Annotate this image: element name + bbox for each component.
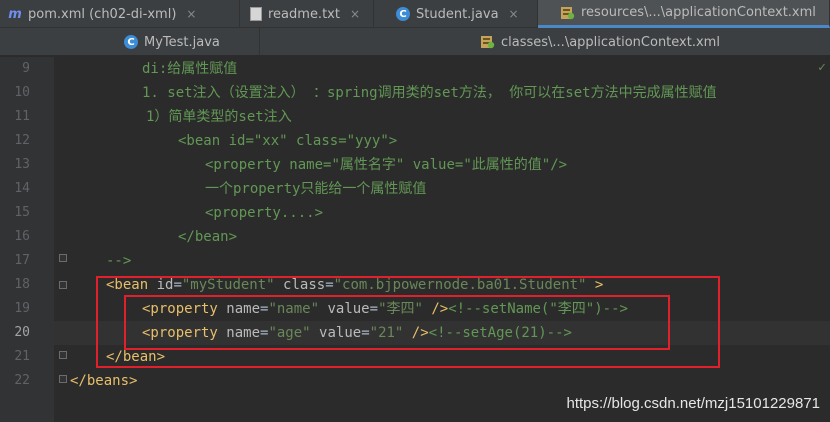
tab-label: readme.txt <box>268 6 340 22</box>
tab-label: resources\...\applicationContext.xml <box>581 5 816 20</box>
code-line-9: di:给属性赋值 <box>142 61 238 77</box>
line-number: 10 <box>14 85 30 100</box>
code-line-12: <bean id="xx" class="yyy"> <box>178 133 398 149</box>
code-line-17: --> <box>106 253 132 269</box>
tab-mytest-java[interactable]: C MyTest.java <box>0 28 260 56</box>
line-number: 11 <box>14 109 30 124</box>
checkmark-icon: ✓ <box>818 60 826 75</box>
code-line-15: <property....> <box>205 205 324 221</box>
code-line-16: </bean> <box>178 229 238 245</box>
line-number: 18 <box>14 277 30 292</box>
line-number: 12 <box>14 133 30 148</box>
spring-xml-icon <box>480 35 495 49</box>
java-class-icon: C <box>124 35 138 49</box>
java-class-icon: C <box>396 7 410 21</box>
line-number: 17 <box>14 253 30 268</box>
editor-tab-bar-secondary: C MyTest.java classes\...\applicationCon… <box>0 28 830 56</box>
line-number: 19 <box>14 301 30 316</box>
fold-marker-icon[interactable] <box>59 281 67 289</box>
code-line-11: 1）简单类型的set注入 <box>146 109 292 125</box>
text-file-icon <box>250 7 262 21</box>
fold-marker-icon[interactable] <box>59 254 67 262</box>
editor-tab-bar-primary: m pom.xml (ch02-di-xml) × readme.txt × C… <box>0 0 830 28</box>
tab-label: pom.xml (ch02-di-xml) <box>28 6 177 22</box>
tab-classes-applicationcontext-xml[interactable]: classes\...\applicationContext.xml <box>260 28 830 56</box>
fold-marker-icon[interactable] <box>59 351 67 359</box>
maven-icon: m <box>8 6 22 22</box>
tab-pom-xml[interactable]: m pom.xml (ch02-di-xml) × <box>0 0 240 28</box>
line-number: 9 <box>22 61 30 76</box>
line-number: 16 <box>14 229 30 244</box>
tab-label: Student.java <box>416 6 499 22</box>
tab-label: MyTest.java <box>144 34 220 50</box>
line-number: 21 <box>14 349 30 364</box>
tab-readme-txt[interactable]: readme.txt × <box>240 0 374 28</box>
code-line-22: </beans> <box>70 373 138 389</box>
close-icon[interactable]: × <box>186 7 196 21</box>
close-icon[interactable]: × <box>350 7 360 21</box>
watermark-url: https://blog.csdn.net/mzj15101229871 <box>566 395 820 412</box>
spring-xml-icon <box>560 6 575 20</box>
fold-marker-icon[interactable] <box>59 375 67 383</box>
tab-label: classes\...\applicationContext.xml <box>501 34 720 50</box>
highlight-box-properties <box>124 295 670 350</box>
tab-resources-applicationcontext-xml[interactable]: resources\...\applicationContext.xml <box>538 0 830 28</box>
close-icon[interactable]: × <box>509 7 519 21</box>
line-number-current: 20 <box>14 325 30 340</box>
code-line-13: <property name="属性名字" value="此属性的值"/> <box>205 157 568 173</box>
code-line-14: 一个property只能给一个属性赋值 <box>205 181 427 197</box>
line-number: 13 <box>14 157 30 172</box>
line-number: 15 <box>14 205 30 220</box>
line-number: 22 <box>14 373 30 388</box>
code-line-10: 1. set注入（设置注入） ：spring调用类的set方法， 你可以在set… <box>142 85 717 101</box>
line-number: 14 <box>14 181 30 196</box>
tab-student-java[interactable]: C Student.java × <box>374 0 538 28</box>
